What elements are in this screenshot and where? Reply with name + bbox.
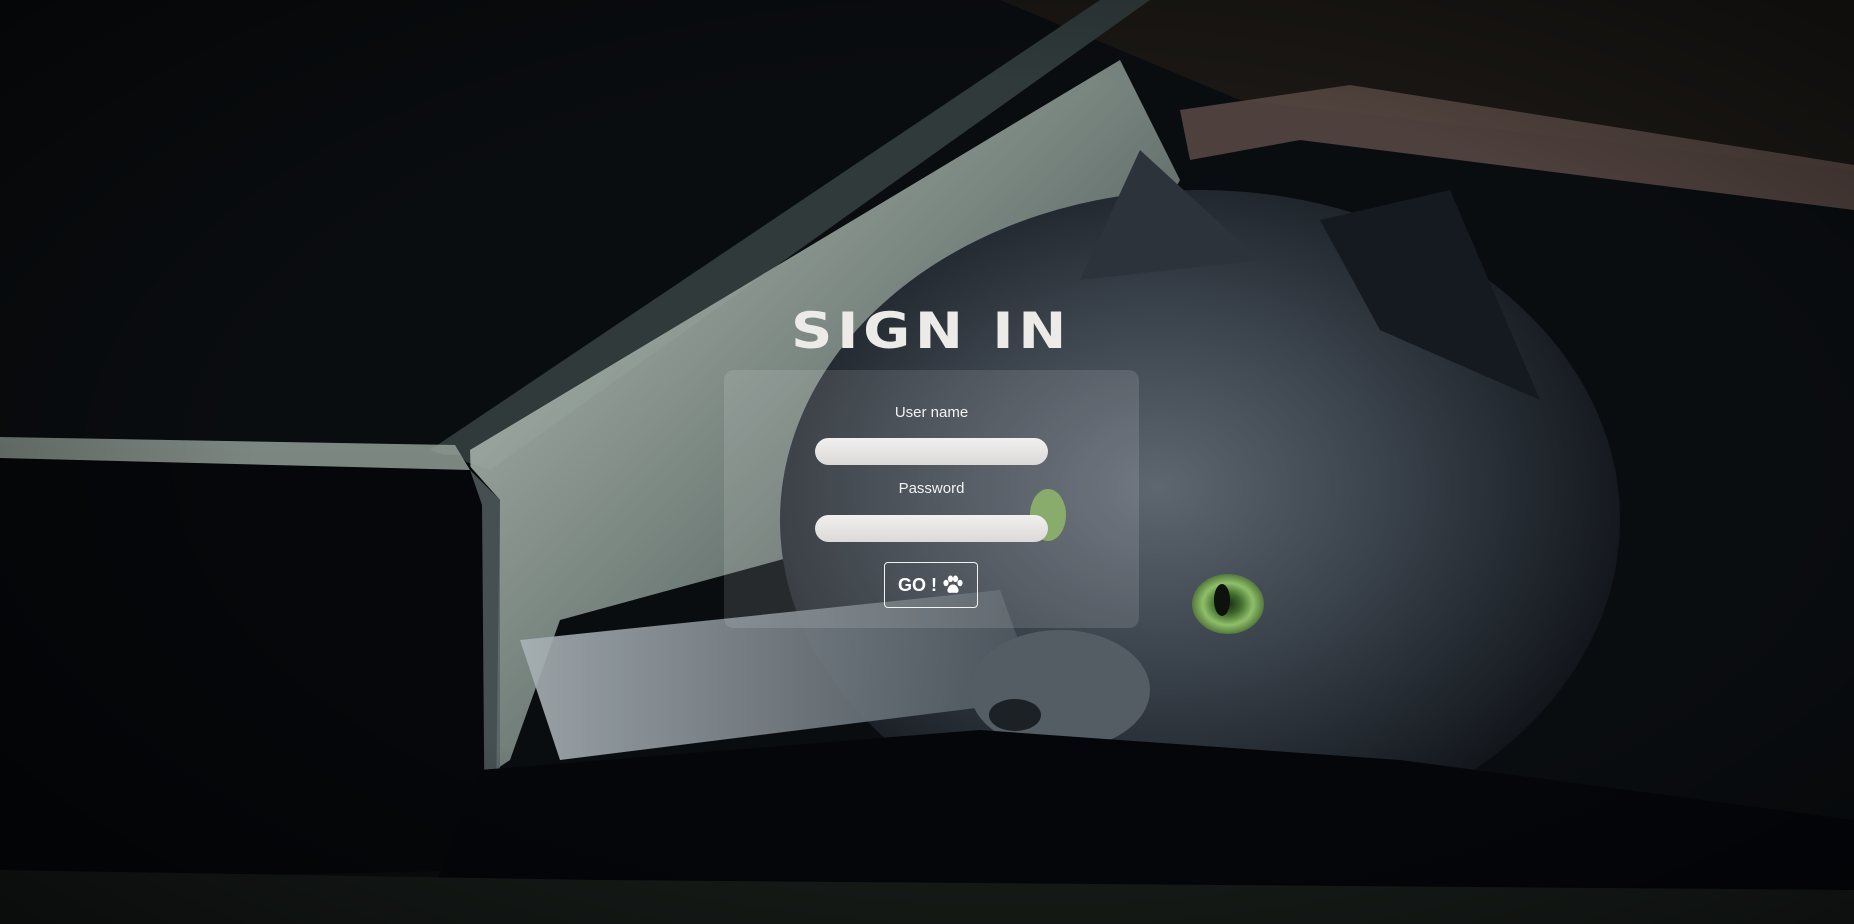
password-label: Password bbox=[898, 480, 965, 497]
go-button-label: GO ! bbox=[898, 574, 937, 595]
page-title: SIGN IN bbox=[791, 302, 1071, 360]
username-field[interactable] bbox=[815, 438, 1048, 465]
go-button[interactable]: GO ! bbox=[884, 562, 978, 608]
username-label: User name bbox=[894, 404, 969, 421]
password-field[interactable] bbox=[815, 515, 1048, 542]
paw-icon bbox=[942, 575, 964, 595]
sign-in-form: User name Password GO ! bbox=[724, 370, 1139, 628]
